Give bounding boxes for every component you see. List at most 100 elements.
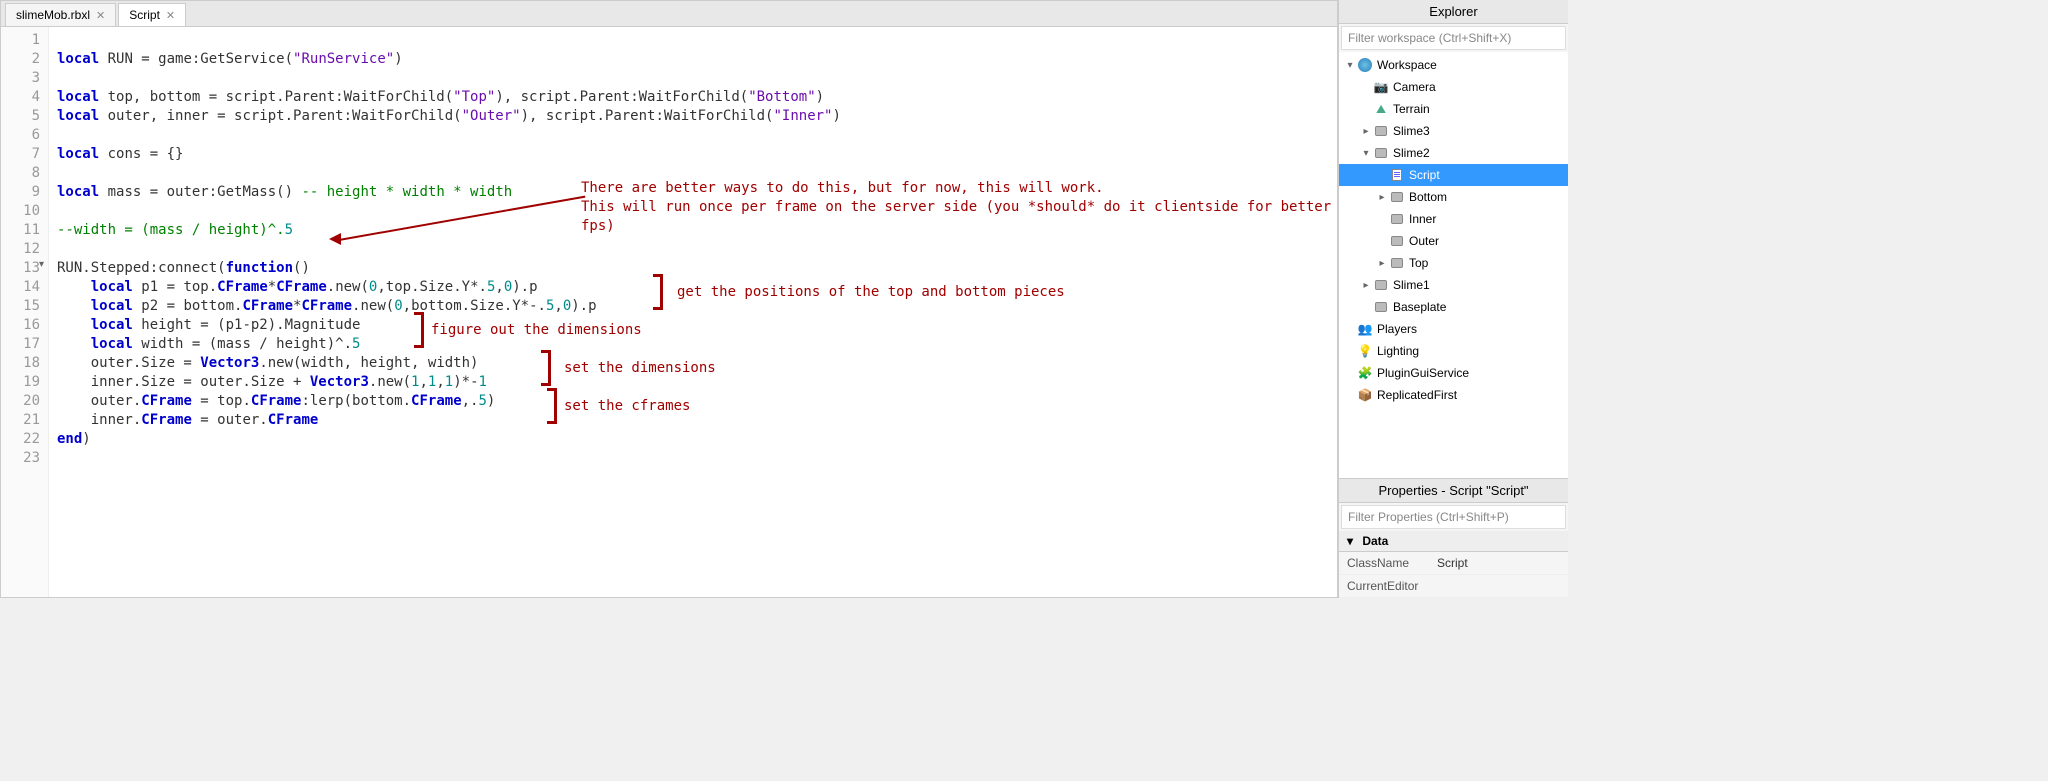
close-icon[interactable]: ✕: [96, 9, 105, 22]
tree-label: PluginGuiService: [1377, 366, 1469, 380]
line-gutter: 1234567891011121314151617181920212223: [1, 27, 49, 597]
tree-node-lighting[interactable]: 💡 Lighting: [1339, 340, 1568, 362]
editor-pane: slimeMob.rbxl ✕ Script ✕ 123456789101112131…: [0, 0, 1338, 598]
annotation-bracket: [547, 388, 557, 424]
code-line[interactable]: end): [57, 430, 1329, 449]
code-line[interactable]: [57, 69, 1329, 88]
script-icon: [1389, 167, 1405, 183]
expand-icon[interactable]: ▸: [1359, 126, 1373, 137]
code-line[interactable]: local height = (p1-p2).Magnitude: [57, 316, 1329, 335]
properties-title: Properties - Script "Script": [1339, 479, 1568, 503]
part-icon: [1373, 299, 1389, 315]
explorer-tree[interactable]: ▾Workspace 📷 Camera ⛰ Terrain ▸ Slime3 ▾ Slime2 S…: [1339, 52, 1568, 478]
part-icon: [1373, 277, 1389, 293]
tab-slimemob-rbxl[interactable]: slimeMob.rbxl ✕: [5, 3, 116, 26]
tree-node-replicatedfirst[interactable]: 📦 ReplicatedFirst: [1339, 384, 1568, 406]
tree-label: Camera: [1393, 80, 1436, 94]
part-icon: [1389, 255, 1405, 271]
tree-label: Script: [1409, 168, 1440, 182]
code-line[interactable]: local outer, inner = script.Parent:WaitF…: [57, 107, 1329, 126]
tab-bar: slimeMob.rbxl ✕ Script ✕: [1, 1, 1337, 27]
annotation-text: figure out the dimensions: [431, 321, 642, 340]
tree-label: Bottom: [1409, 190, 1447, 204]
expand-icon[interactable]: ▸: [1359, 280, 1373, 291]
code-line[interactable]: [57, 31, 1329, 50]
part-icon: [1389, 189, 1405, 205]
property-value[interactable]: Script: [1437, 556, 1468, 570]
code-line[interactable]: [57, 449, 1329, 468]
tree-node-camera[interactable]: 📷 Camera: [1339, 76, 1568, 98]
tab-label: Script: [129, 8, 160, 22]
part-icon: [1389, 211, 1405, 227]
tree-node-pluginguiservice[interactable]: 🧩 PluginGuiService: [1339, 362, 1568, 384]
expand-icon[interactable]: ▾: [1359, 148, 1373, 159]
code-line[interactable]: local RUN = game:GetService("RunService"…: [57, 50, 1329, 69]
properties-section[interactable]: ▾ Data: [1339, 531, 1568, 552]
code-line[interactable]: [57, 240, 1329, 259]
annotation-bracket: [653, 274, 663, 310]
tree-node-slime3[interactable]: ▸ Slime3: [1339, 120, 1568, 142]
chevron-down-icon: ▾: [1347, 534, 1359, 548]
code-line[interactable]: inner.CFrame = outer.CFrame: [57, 411, 1329, 430]
expand-icon[interactable]: ▸: [1375, 258, 1389, 269]
tree-node-terrain[interactable]: ⛰ Terrain: [1339, 98, 1568, 120]
code-area[interactable]: local RUN = game:GetService("RunService"…: [49, 27, 1337, 597]
tree-node-players[interactable]: 👥 Players: [1339, 318, 1568, 340]
tree-label: ReplicatedFirst: [1377, 388, 1457, 402]
code-editor[interactable]: 1234567891011121314151617181920212223 ▾ …: [1, 27, 1337, 597]
code-line[interactable]: outer.CFrame = top.CFrame:lerp(bottom.CF…: [57, 392, 1329, 411]
globe-icon: [1357, 57, 1373, 73]
repl-icon: 📦: [1357, 387, 1373, 403]
annotation-text: set the dimensions: [564, 359, 716, 378]
tree-label: Outer: [1409, 234, 1439, 248]
property-row[interactable]: ClassNameScript: [1339, 552, 1568, 575]
tree-label: Slime2: [1393, 146, 1430, 160]
plugin-icon: 🧩: [1357, 365, 1373, 381]
part-icon: [1373, 145, 1389, 161]
tree-node-outer[interactable]: Outer: [1339, 230, 1568, 252]
players-icon: 👥: [1357, 321, 1373, 337]
fold-icon[interactable]: ▾: [39, 259, 44, 270]
tree-node-script[interactable]: Script: [1339, 164, 1568, 186]
tree-label: Top: [1409, 256, 1428, 270]
code-line[interactable]: local cons = {}: [57, 145, 1329, 164]
tree-node-inner[interactable]: Inner: [1339, 208, 1568, 230]
tree-node-workspace[interactable]: ▾Workspace: [1339, 54, 1568, 76]
annotation-text: set the cframes: [564, 397, 690, 416]
tree-label: Slime3: [1393, 124, 1430, 138]
tree-label: Players: [1377, 322, 1417, 336]
tab-label: slimeMob.rbxl: [16, 8, 90, 22]
close-icon[interactable]: ✕: [166, 9, 175, 22]
light-icon: 💡: [1357, 343, 1373, 359]
tree-label: Baseplate: [1393, 300, 1446, 314]
tree-node-baseplate[interactable]: Baseplate: [1339, 296, 1568, 318]
annotation-bracket: [414, 312, 424, 348]
terrain-icon: ⛰: [1373, 101, 1389, 117]
tree-label: Inner: [1409, 212, 1436, 226]
camera-icon: 📷: [1373, 79, 1389, 95]
tree-node-bottom[interactable]: ▸ Bottom: [1339, 186, 1568, 208]
part-icon: [1389, 233, 1405, 249]
code-line[interactable]: [57, 126, 1329, 145]
annotation-text: There are better ways to do this, but fo…: [581, 179, 1337, 236]
tree-node-top[interactable]: ▸ Top: [1339, 252, 1568, 274]
explorer-filter[interactable]: Filter workspace (Ctrl+Shift+X): [1341, 26, 1566, 50]
expand-icon[interactable]: ▾: [1343, 60, 1357, 71]
part-icon: [1373, 123, 1389, 139]
property-row[interactable]: CurrentEditor: [1339, 575, 1568, 598]
side-panels: Explorer Filter workspace (Ctrl+Shift+X)…: [1338, 0, 1568, 598]
annotation-text: get the positions of the top and bottom …: [677, 283, 1065, 302]
tree-label: Terrain: [1393, 102, 1430, 116]
tree-node-slime2[interactable]: ▾ Slime2: [1339, 142, 1568, 164]
code-line[interactable]: RUN.Stepped:connect(function(): [57, 259, 1329, 278]
tab-script[interactable]: Script ✕: [118, 3, 186, 26]
tree-label: Lighting: [1377, 344, 1419, 358]
property-name: ClassName: [1347, 556, 1437, 570]
properties-filter[interactable]: Filter Properties (Ctrl+Shift+P): [1341, 505, 1566, 529]
code-line[interactable]: local width = (mass / height)^.5: [57, 335, 1329, 354]
tree-node-slime1[interactable]: ▸Slime1: [1339, 274, 1568, 296]
explorer-title: Explorer: [1339, 0, 1568, 24]
expand-icon[interactable]: ▸: [1375, 192, 1389, 203]
code-line[interactable]: local top, bottom = script.Parent:WaitFo…: [57, 88, 1329, 107]
annotation-bracket: [541, 350, 551, 386]
